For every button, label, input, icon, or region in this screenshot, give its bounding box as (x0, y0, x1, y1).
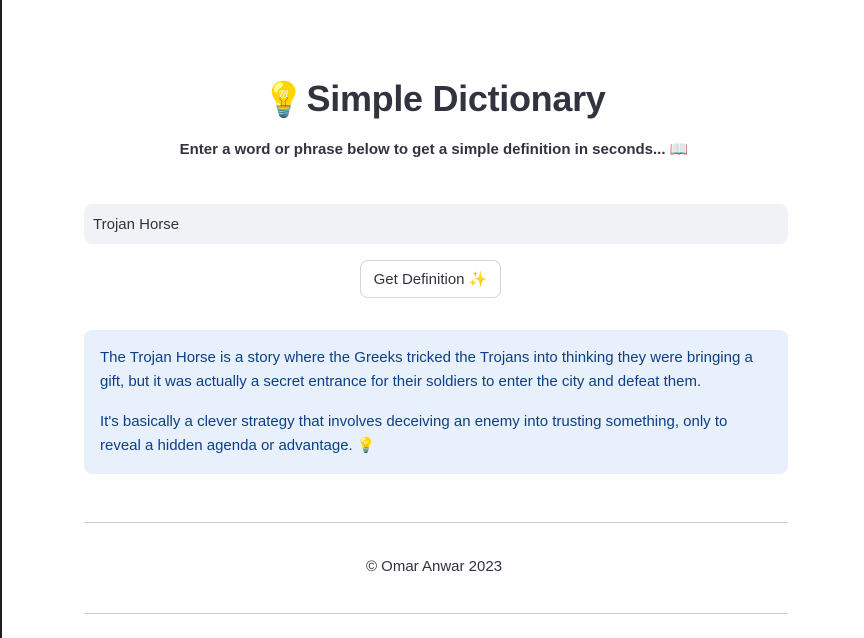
word-input[interactable] (84, 204, 788, 244)
footer-divider-top (84, 522, 788, 523)
lightbulb-icon: 💡 (262, 81, 305, 119)
definition-paragraph: The Trojan Horse is a story where the Gr… (100, 349, 753, 390)
definition-paragraph: It's basically a clever strategy that in… (100, 413, 728, 454)
get-definition-button[interactable]: Get Definition ✨ (360, 260, 501, 298)
page-title-text: Simple Dictionary (306, 78, 606, 119)
footer-divider-bottom (84, 613, 788, 614)
page-title: 💡Simple Dictionary (2, 78, 864, 120)
app-page: 💡Simple Dictionary Enter a word or phras… (0, 0, 864, 638)
definition-result: The Trojan Horse is a story where the Gr… (84, 330, 788, 474)
page-subtitle: Enter a word or phrase below to get a si… (179, 141, 689, 158)
footer-copyright: © Omar Anwar 2023 (365, 558, 503, 575)
